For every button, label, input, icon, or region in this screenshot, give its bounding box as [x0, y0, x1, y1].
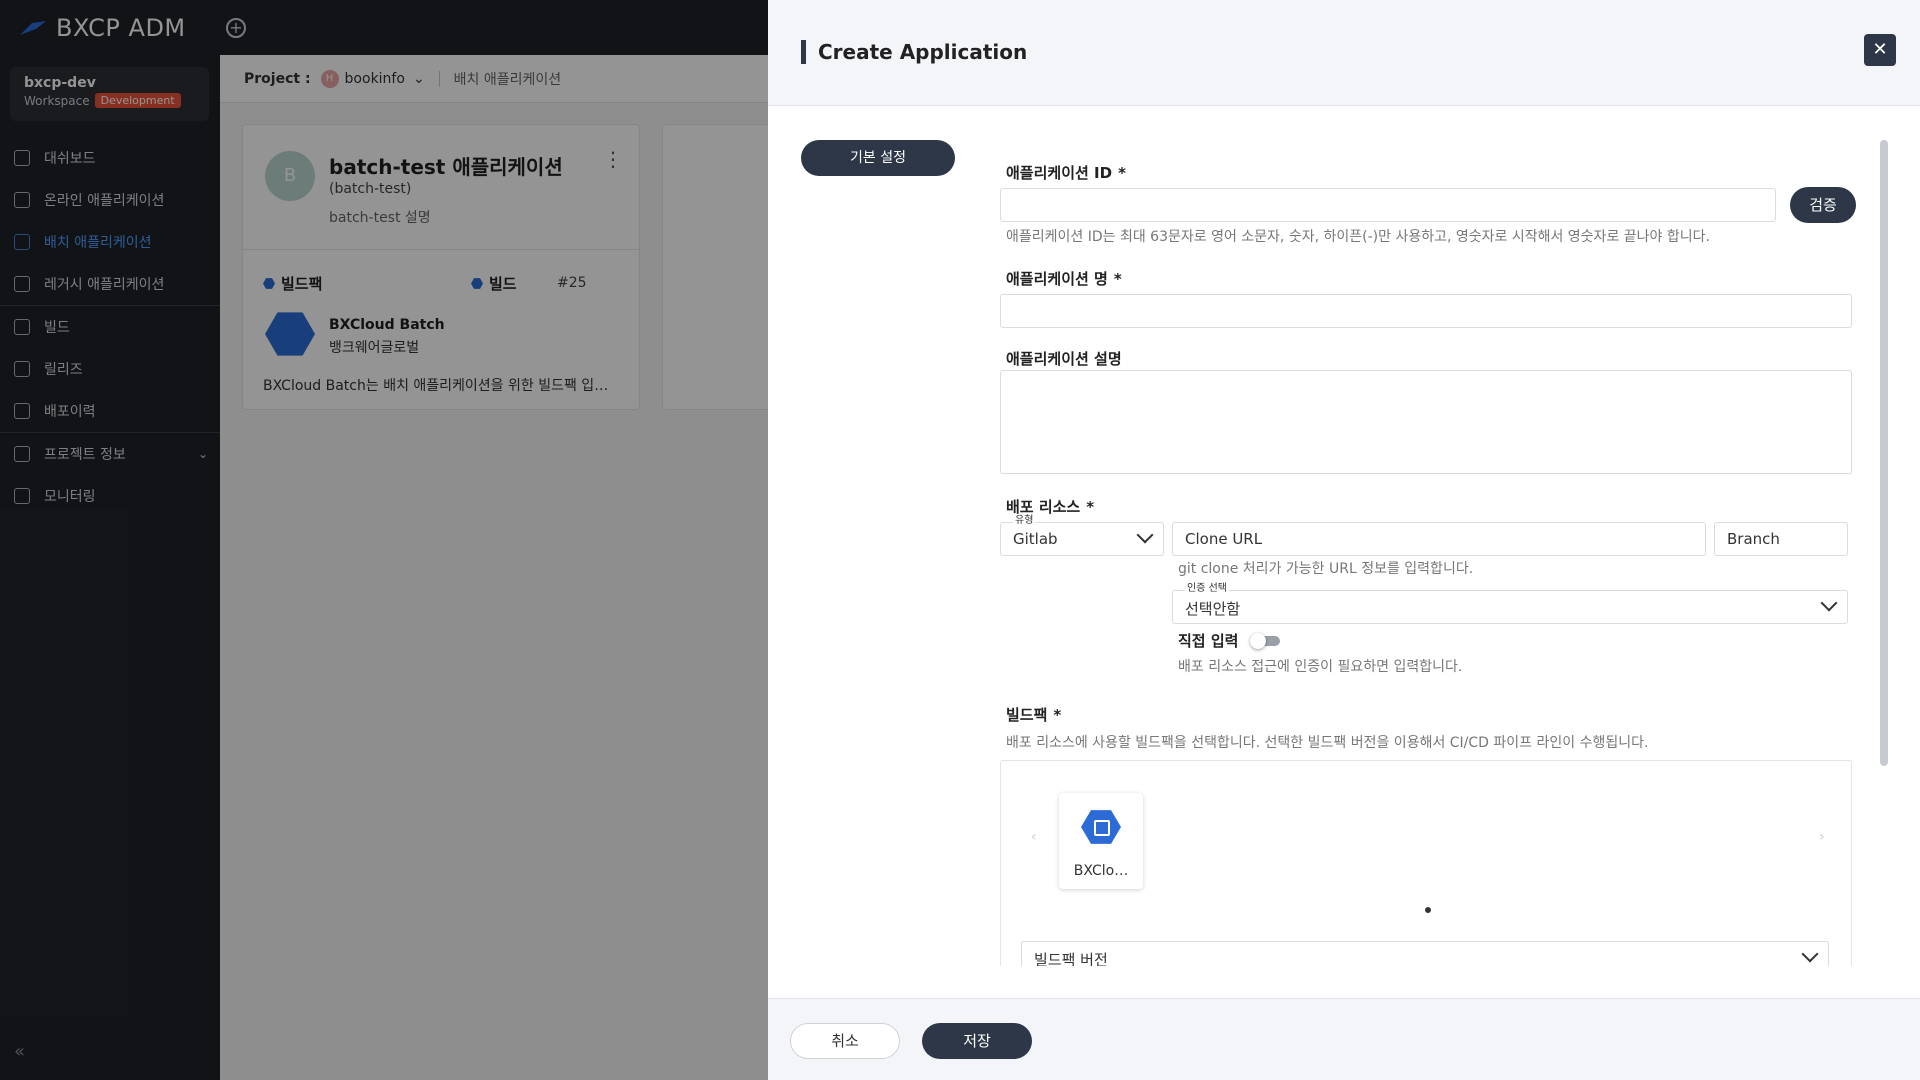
label-text: 배포 리소스	[1006, 498, 1081, 516]
app-desc-label: 애플리케이션 설명	[1006, 350, 1122, 368]
verify-button[interactable]: 검증	[1790, 187, 1856, 223]
carousel-dot[interactable]	[1425, 907, 1431, 913]
app-name-input[interactable]	[1000, 294, 1852, 328]
required-mark: *	[1118, 164, 1126, 182]
buildpack-tile-name: BXClo…	[1073, 863, 1129, 879]
deploy-resource-label: 배포 리소스 *	[1006, 496, 1094, 517]
chevron-down-icon	[1801, 945, 1819, 963]
create-application-drawer: Create Application ✕ 기본 설정 애플리케이션 ID * 검증…	[768, 0, 1920, 1080]
tab-basic-settings[interactable]: 기본 설정	[801, 140, 955, 176]
direct-input-label: 직접 입력	[1178, 632, 1239, 650]
app-id-hint: 애플리케이션 ID는 최대 63문자로 영어 소문자, 숫자, 하이픈(-)만 …	[1006, 229, 1710, 245]
drawer-title: Create Application	[801, 40, 1027, 64]
auth-select-value: 선택안함	[1185, 600, 1241, 618]
buildpack-version-label: 빌드팩 버전	[1034, 951, 1108, 966]
buildpack-hint: 배포 리소스에 사용할 빌드팩을 선택합니다. 선택한 빌드팩 버전을 이용해서…	[1006, 735, 1649, 751]
app-name-label: 애플리케이션 명 *	[1006, 268, 1122, 289]
auth-select-label: 인증 선택	[1185, 583, 1229, 595]
resource-type-label: 유형	[1013, 515, 1036, 527]
drawer-header: Create Application ✕	[768, 0, 1920, 106]
buildpack-logo-icon	[1081, 810, 1121, 844]
buildpack-label: 빌드팩 *	[1006, 704, 1061, 725]
application-form: 애플리케이션 ID * 검증 애플리케이션 ID는 최대 63문자로 영어 소문자…	[982, 140, 1902, 966]
direct-input-toggle[interactable]	[1250, 633, 1280, 649]
clone-url-hint: git clone 처리가 가능한 URL 정보를 입력합니다.	[1178, 561, 1474, 577]
resource-type-select[interactable]: 유형 Gitlab	[1000, 515, 1164, 556]
chevron-down-icon	[1136, 526, 1154, 544]
buildpack-tile[interactable]: BXClo…	[1059, 793, 1143, 889]
label-text: 애플리케이션 ID	[1006, 164, 1113, 182]
required-mark: *	[1053, 706, 1062, 724]
chevron-right-icon[interactable]: ›	[1819, 829, 1825, 845]
chevron-left-icon[interactable]: ‹	[1031, 829, 1037, 845]
buildpack-version-select[interactable]: 빌드팩 버전	[1021, 941, 1829, 966]
clone-url-placeholder: Clone URL	[1185, 530, 1263, 548]
app-desc-textarea[interactable]	[1000, 370, 1852, 474]
branch-input[interactable]: Branch	[1714, 522, 1848, 556]
branch-placeholder: Branch	[1727, 530, 1780, 548]
resource-type-value: Gitlab	[1013, 530, 1058, 548]
drawer-footer: 취소 저장	[768, 998, 1920, 1080]
required-mark: *	[1113, 270, 1122, 288]
save-button[interactable]: 저장	[922, 1023, 1032, 1059]
required-mark: *	[1086, 498, 1095, 516]
auth-hint: 배포 리소스 접근에 인증이 필요하면 입력합니다.	[1178, 659, 1463, 675]
chevron-down-icon	[1820, 594, 1838, 612]
clone-url-input[interactable]: Clone URL	[1172, 522, 1706, 556]
app-id-label: 애플리케이션 ID *	[1006, 162, 1126, 183]
buildpack-carousel: ‹ BXClo… › 빌드팩 버전	[1000, 760, 1852, 966]
scrollbar[interactable]	[1880, 140, 1888, 766]
cancel-button[interactable]: 취소	[790, 1023, 900, 1059]
label-text: 애플리케이션 명	[1006, 270, 1108, 288]
toggle-knob	[1250, 633, 1266, 649]
auth-select[interactable]: 인증 선택 선택안함	[1172, 583, 1848, 624]
app-id-input[interactable]	[1000, 188, 1776, 222]
close-icon[interactable]: ✕	[1864, 34, 1896, 66]
label-text: 빌드팩	[1006, 706, 1048, 724]
